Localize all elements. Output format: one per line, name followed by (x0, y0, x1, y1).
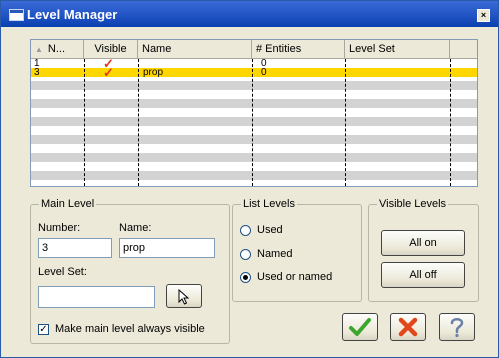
window-icon (9, 9, 24, 21)
pointer-icon (178, 288, 190, 305)
cancel-button[interactable] (390, 313, 426, 341)
question-icon (450, 318, 464, 338)
column-divider (345, 59, 346, 186)
radio-named-label: Named (257, 248, 293, 260)
table-row-selected[interactable]: 3 ✓ prop 0 (31, 66, 477, 79)
level-set-field[interactable] (38, 286, 155, 308)
column-divider (450, 59, 451, 186)
radio-used-or-named-label: Used or named (257, 271, 333, 283)
help-button[interactable] (439, 313, 475, 341)
ok-button[interactable] (342, 313, 378, 341)
list-levels-group: List Levels Used Named Used or named (232, 198, 362, 302)
empty-row (31, 117, 477, 126)
sort-up-icon: ▲ (35, 45, 43, 54)
column-header-number[interactable]: ▲ N... (31, 40, 84, 58)
all-on-button[interactable]: All on (381, 230, 465, 256)
levels-table[interactable]: ▲ N... Visible Name # Entities Level Set … (30, 39, 478, 187)
empty-row (31, 99, 477, 108)
window-title: Level Manager (27, 7, 118, 22)
list-levels-group-label: List Levels (241, 198, 297, 210)
radio-used-or-named[interactable] (240, 272, 251, 283)
visible-levels-group: Visible Levels All on All off (368, 198, 479, 302)
pick-level-set-button[interactable] (166, 284, 202, 308)
title-bar[interactable]: Level Manager × (1, 1, 498, 27)
main-level-group: Main Level Number: Name: Level Set: ✓ Ma… (30, 198, 230, 344)
column-header-empty (450, 40, 477, 58)
always-visible-label: Make main level always visible (55, 323, 205, 335)
radio-used-label: Used (257, 224, 283, 236)
row-name: prop (143, 67, 164, 78)
x-icon (398, 317, 418, 337)
radio-named[interactable] (240, 249, 251, 260)
radio-used[interactable] (240, 225, 251, 236)
table-row[interactable]: 1 ✓ 0 (31, 57, 477, 70)
visible-check-icon[interactable]: ✓ (103, 66, 114, 79)
row-number: 3 (34, 67, 40, 78)
column-divider (252, 59, 253, 186)
table-body: 1 ✓ 0 3 ✓ prop 0 (31, 57, 477, 186)
checkmark-icon (349, 318, 371, 336)
main-level-group-label: Main Level (39, 198, 97, 210)
level-manager-window: Level Manager × ▲ N... Visible Name # Ent… (0, 0, 499, 358)
number-field[interactable] (38, 238, 112, 258)
level-set-label: Level Set: (38, 266, 87, 278)
column-header-name[interactable]: Name (138, 40, 252, 58)
empty-row (31, 135, 477, 144)
name-field[interactable] (119, 238, 215, 258)
column-divider (84, 59, 85, 186)
column-header-level-set[interactable]: Level Set (345, 40, 450, 58)
always-visible-checkbox[interactable]: ✓ (38, 324, 49, 335)
column-header-entities[interactable]: # Entities (252, 40, 345, 58)
empty-row (31, 153, 477, 162)
column-divider (138, 59, 139, 186)
all-off-button[interactable]: All off (381, 262, 465, 288)
number-label: Number: (38, 222, 81, 234)
table-header: ▲ N... Visible Name # Entities Level Set (31, 40, 477, 59)
empty-row (31, 81, 477, 90)
close-button[interactable]: × (477, 9, 490, 22)
empty-row (31, 171, 477, 180)
name-label: Name: (119, 222, 152, 234)
row-entities: 0 (261, 67, 267, 78)
visible-levels-group-label: Visible Levels (377, 198, 449, 210)
